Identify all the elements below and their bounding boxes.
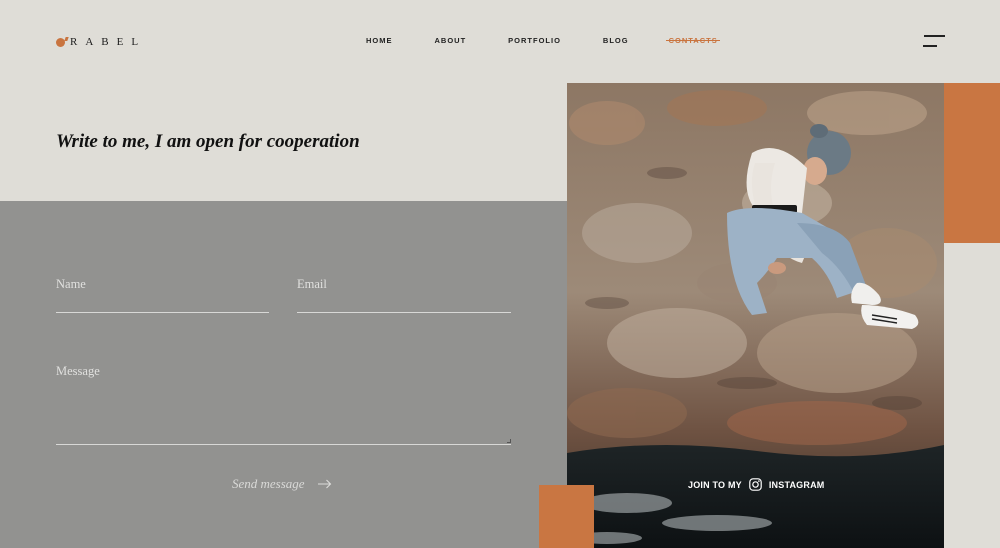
nav-about[interactable]: ABOUT: [435, 36, 467, 45]
accent-block-bottom: [539, 485, 594, 548]
nav-portfolio[interactable]: PORTFOLIO: [508, 36, 561, 45]
menu-line-bottom: [923, 45, 937, 47]
page-heading: Write to me, I am open for cooperation: [56, 131, 360, 152]
nav-contacts[interactable]: CONTACTS: [665, 36, 720, 45]
menu-icon[interactable]: [923, 35, 945, 49]
logo-dot-icon: [56, 37, 65, 47]
email-field[interactable]: Email: [297, 277, 511, 313]
name-placeholder: Name: [56, 277, 86, 291]
accent-block-right: [944, 83, 1000, 243]
message-placeholder: Message: [56, 364, 100, 378]
nav-blog[interactable]: BLOG: [603, 36, 629, 45]
main-nav: HOME ABOUT PORTFOLIO BLOG CONTACTS: [366, 36, 720, 45]
instagram-link[interactable]: JOIN TO MY INSTAGRAM: [688, 478, 824, 491]
message-field[interactable]: Message: [56, 364, 511, 445]
instagram-label: INSTAGRAM: [768, 479, 825, 490]
instagram-prefix: JOIN TO MY: [688, 479, 742, 490]
email-placeholder: Email: [297, 277, 327, 291]
logo[interactable]: RABEL: [56, 36, 146, 48]
send-message-label: Send message: [232, 476, 305, 491]
name-field[interactable]: Name: [56, 277, 269, 313]
instagram-icon: [749, 478, 762, 491]
send-message-button[interactable]: Send message: [232, 476, 332, 492]
arrow-right-icon: [317, 479, 331, 489]
logo-text: RABEL: [70, 36, 147, 48]
nav-home[interactable]: HOME: [366, 36, 393, 45]
menu-line-top: [924, 35, 945, 37]
resize-grip-icon[interactable]: [507, 439, 511, 443]
